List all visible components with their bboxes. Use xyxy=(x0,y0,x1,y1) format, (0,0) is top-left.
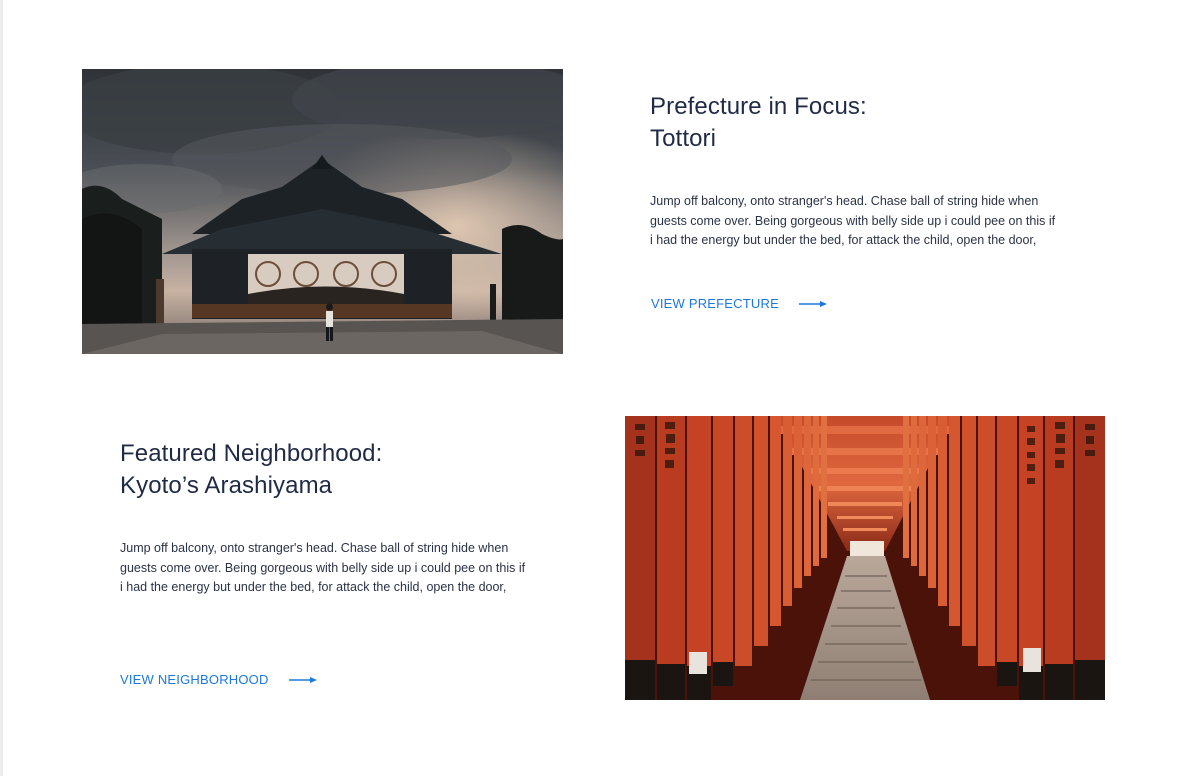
neighborhood-title-line1: Featured Neighborhood: xyxy=(120,440,383,467)
neighborhood-description: Jump off balcony, onto stranger's head. … xyxy=(120,539,560,598)
view-neighborhood-link[interactable]: VIEW NEIGHBORHOOD xyxy=(120,672,317,687)
neighborhood-feature: Featured Neighborhood: Kyoto’s Arashiyam… xyxy=(120,438,560,598)
temple-photo xyxy=(82,69,563,354)
neighborhood-title: Featured Neighborhood: Kyoto’s Arashiyam… xyxy=(120,438,560,502)
prefecture-description-line: Jump off balcony, onto stranger's head. … xyxy=(650,194,1039,208)
neighborhood-description-line: i had the energy but under the bed, for … xyxy=(120,580,507,594)
prefecture-title-line1: Prefecture in Focus: xyxy=(650,93,867,120)
prefecture-description: Jump off balcony, onto stranger's head. … xyxy=(650,192,1090,251)
temple-image xyxy=(82,69,563,354)
prefecture-feature: Prefecture in Focus: Tottori Jump off ba… xyxy=(650,91,1090,251)
prefecture-title-line2: Tottori xyxy=(650,125,717,152)
torii-photo xyxy=(625,416,1105,700)
torii-image xyxy=(625,416,1105,700)
view-prefecture-link[interactable]: VIEW PREFECTURE xyxy=(651,296,827,311)
arrow-right-icon xyxy=(798,300,827,307)
page-left-border xyxy=(0,0,3,776)
prefecture-title: Prefecture in Focus: Tottori xyxy=(650,91,1090,155)
arrow-right-icon xyxy=(288,676,317,683)
prefecture-description-line: i had the energy but under the bed, for … xyxy=(650,233,1037,247)
view-neighborhood-label: VIEW NEIGHBORHOOD xyxy=(120,672,269,687)
neighborhood-title-line2: Kyoto’s Arashiyama xyxy=(120,472,333,499)
prefecture-description-line: guests come over. Being gorgeous with be… xyxy=(650,213,1056,228)
neighborhood-description-line: guests come over. Being gorgeous with be… xyxy=(120,560,526,575)
neighborhood-description-line: Jump off balcony, onto stranger's head. … xyxy=(120,541,509,555)
view-prefecture-label: VIEW PREFECTURE xyxy=(651,296,779,311)
